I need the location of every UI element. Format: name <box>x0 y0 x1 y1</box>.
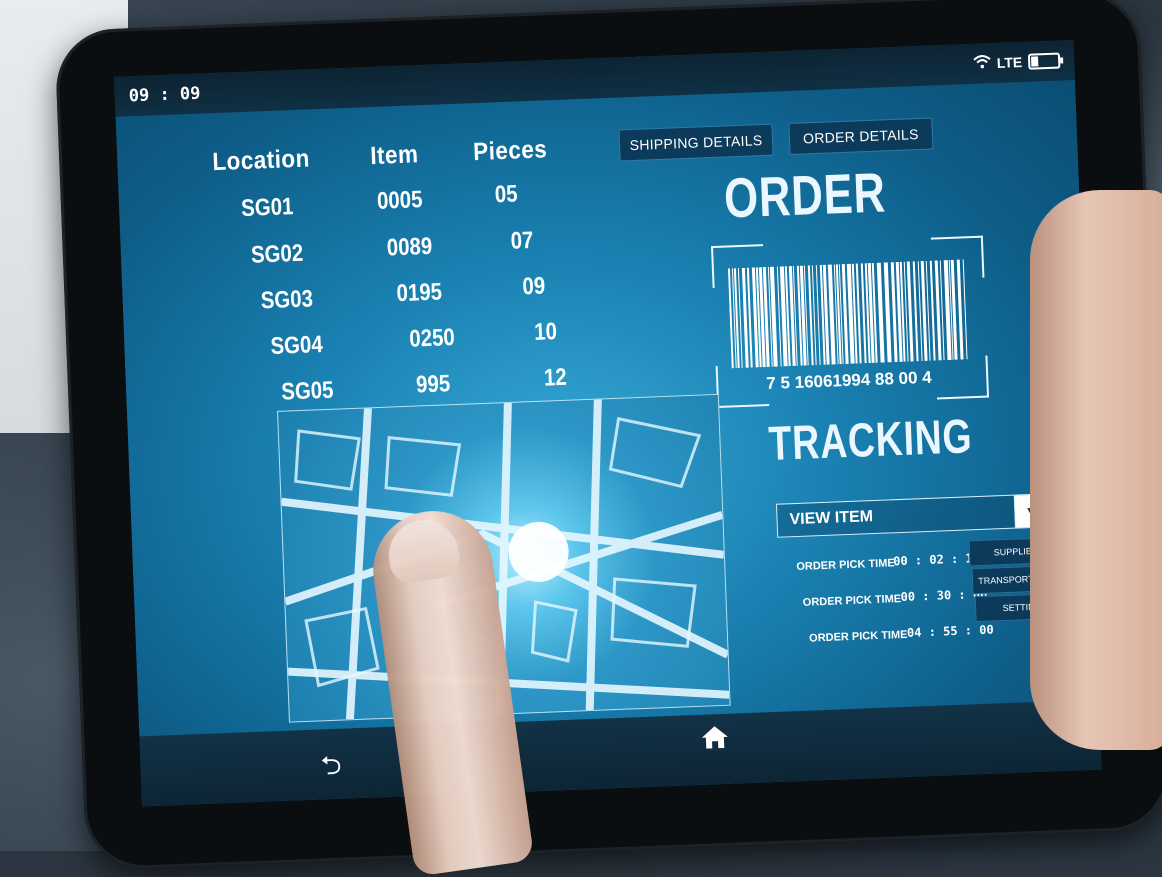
cell-location: SG04 <box>270 331 324 361</box>
cell-location: SG01 <box>240 193 294 223</box>
tablet-device: 09 : 09 LTE Location Item Pieces SG01 00… <box>54 0 1162 871</box>
network-label: LTE <box>996 54 1023 71</box>
order-title: ORDER <box>722 160 887 230</box>
scan-frame-corner <box>935 355 990 400</box>
fingernail <box>384 515 463 585</box>
barcode-bar <box>883 262 892 363</box>
navigation-bar: ⮌ ☰ <box>139 696 1102 807</box>
status-time: 09 : 09 <box>128 83 201 107</box>
column-header-location: Location <box>211 144 311 177</box>
cell-location: SG05 <box>280 376 334 406</box>
view-item-dropdown[interactable]: VIEW ITEM ▼ <box>775 493 1050 538</box>
cell-item: 995 <box>415 370 451 399</box>
pick-time-label: ORDER PICK TIME <box>808 628 908 645</box>
barcode-bar <box>956 259 964 360</box>
cell-location: SG03 <box>260 285 314 315</box>
pick-time-label: ORDER PICK TIME <box>802 593 902 609</box>
cell-location: SG02 <box>250 239 304 269</box>
cell-item: 0089 <box>386 232 433 262</box>
barcode-bar <box>912 261 919 362</box>
barcode-bar <box>876 262 885 363</box>
cell-pieces: 10 <box>533 318 558 346</box>
barcode-bar <box>929 260 936 361</box>
cell-pieces: 07 <box>510 226 534 255</box>
cell-pieces: 05 <box>494 180 519 209</box>
tab-shipping-details[interactable]: SHIPPING DETAILS <box>618 123 774 162</box>
cell-pieces: 12 <box>543 363 568 392</box>
battery-icon <box>1027 52 1061 70</box>
barcode-bar <box>962 259 968 360</box>
status-indicators: LTE <box>972 51 1061 74</box>
pick-time-value: 00 : 02 : 15 <box>892 550 981 569</box>
view-item-label: VIEW ITEM <box>789 508 874 529</box>
cell-pieces: 09 <box>521 272 546 301</box>
pick-time-value: 04 : 55 : 00 <box>906 622 994 640</box>
hand <box>1030 190 1162 750</box>
tab-order-details[interactable]: ORDER DETAILS <box>788 117 934 155</box>
back-arrow-icon[interactable]: ⮌ <box>320 747 343 792</box>
pick-time-label: ORDER PICK TIME <box>796 557 895 574</box>
barcode-bar <box>769 266 778 367</box>
status-bar: 09 : 09 LTE <box>114 40 1075 117</box>
scan-frame-corner <box>715 363 770 408</box>
wifi-icon <box>972 54 991 74</box>
barcode-bar <box>943 260 952 361</box>
barcode-bar <box>815 265 821 365</box>
home-icon[interactable] <box>699 724 730 758</box>
tablet-screen: 09 : 09 LTE Location Item Pieces SG01 00… <box>114 40 1102 807</box>
column-header-item: Item <box>369 140 419 171</box>
column-header-pieces: Pieces <box>472 135 548 167</box>
barcode-bar <box>950 259 958 360</box>
cell-item: 0005 <box>376 186 423 215</box>
barcode <box>727 259 968 369</box>
cell-item: 0195 <box>396 278 443 308</box>
battery-level <box>1030 56 1039 67</box>
cell-item: 0250 <box>408 323 456 353</box>
tracking-title: TRACKING <box>767 410 974 471</box>
barcode-number: 7 5 16061994 88 00 4 <box>765 367 933 394</box>
